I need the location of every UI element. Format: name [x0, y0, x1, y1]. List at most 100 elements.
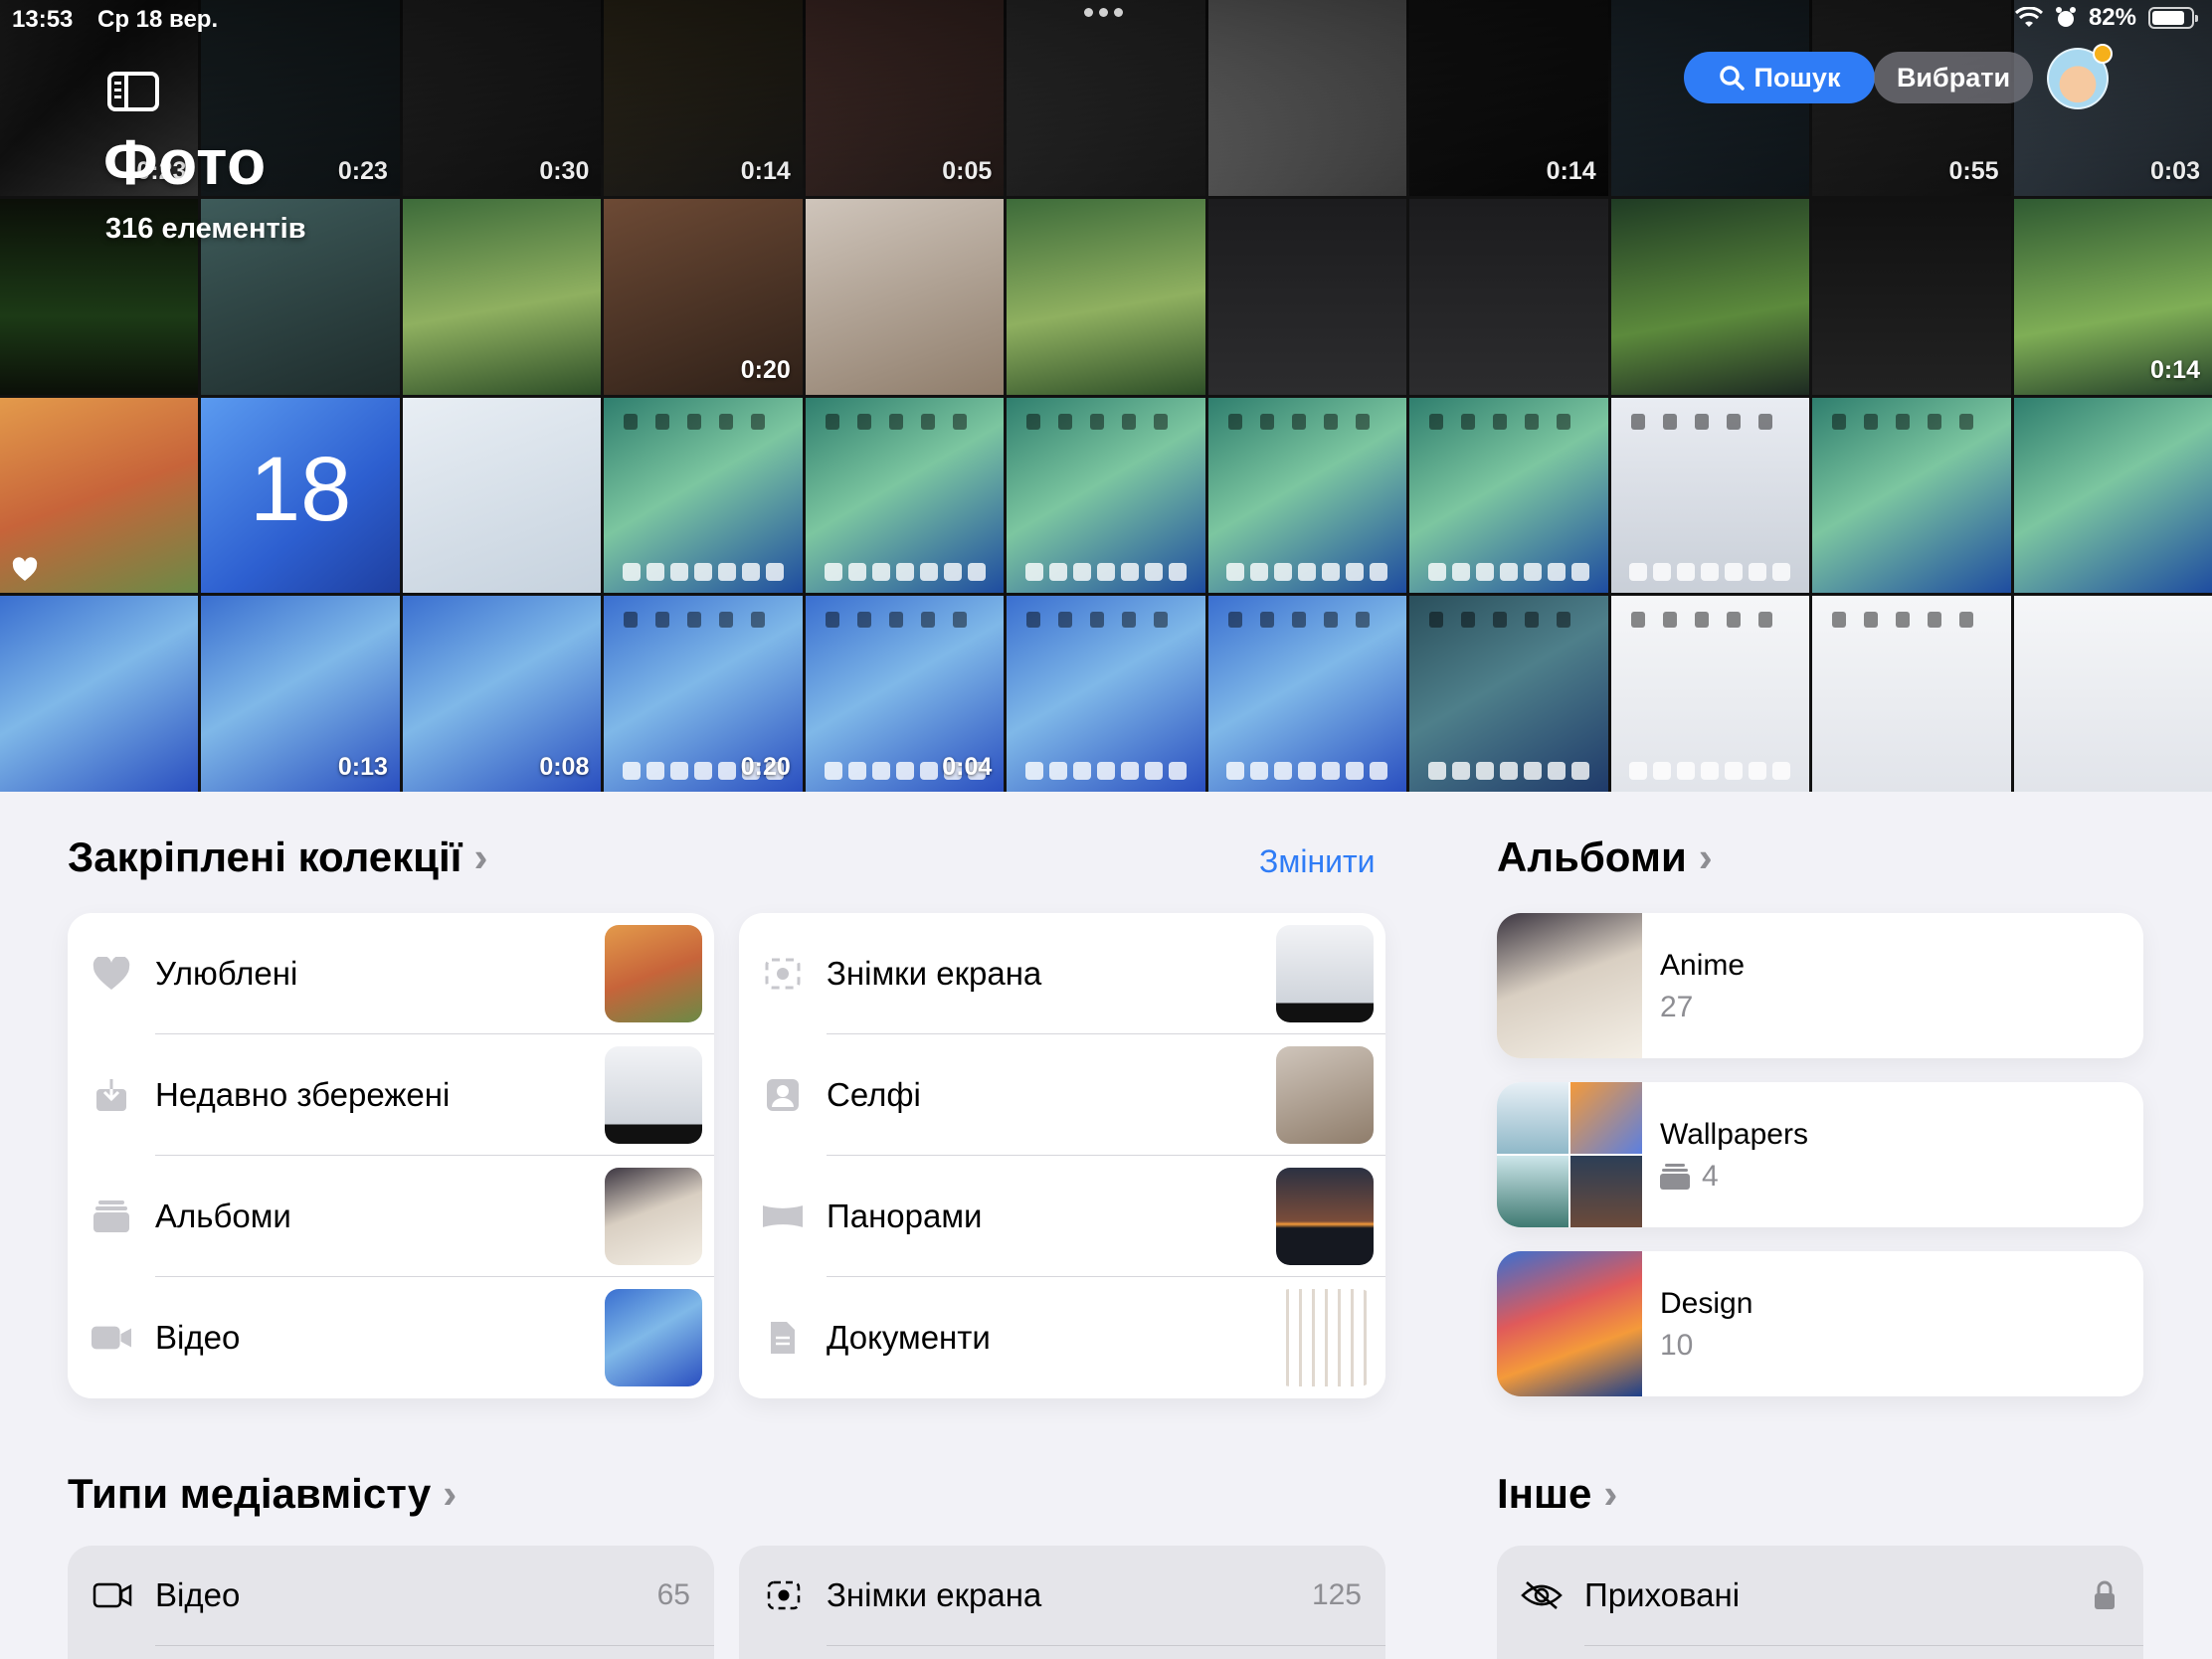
collection-recently-saved[interactable]: Недавно збережені: [68, 1034, 714, 1156]
media-types-title: Типи медіавмісту: [68, 1470, 432, 1517]
photo-thumbnail[interactable]: 0:14: [604, 0, 803, 196]
media-types-header[interactable]: Типи медіавмісту ›: [68, 1470, 457, 1518]
photo-thumbnail[interactable]: [402, 397, 602, 594]
photo-thumbnail[interactable]: [0, 397, 199, 594]
download-icon: [92, 1075, 131, 1115]
photo-thumbnail[interactable]: 0:20: [604, 596, 803, 792]
photo-thumbnail[interactable]: [1007, 596, 1205, 792]
photo-thumbnail[interactable]: [1610, 596, 1810, 792]
collection-albums[interactable]: Альбоми: [68, 1156, 714, 1277]
chevron-right-icon: ›: [1603, 1470, 1618, 1517]
edit-button[interactable]: Змінити: [1259, 843, 1376, 880]
avatar[interactable]: [2047, 44, 2113, 109]
photo-thumbnail[interactable]: [805, 397, 1005, 594]
photo-thumbnail[interactable]: [1610, 198, 1810, 395]
collection-screenshots[interactable]: Знімки екрана: [739, 913, 1385, 1034]
chevron-right-icon: ›: [443, 1470, 458, 1517]
photo-thumbnail[interactable]: [0, 596, 199, 792]
photo-thumbnail[interactable]: 0:30: [402, 0, 602, 196]
favorite-heart-icon: [12, 557, 38, 582]
video-duration: 0:23: [337, 156, 388, 185]
photo-thumbnail[interactable]: [1610, 397, 1810, 594]
photo-thumbnail[interactable]: [1207, 596, 1407, 792]
select-button[interactable]: Вибрати: [1874, 52, 2033, 103]
album-cover: [1497, 1082, 1642, 1227]
photo-thumbnail[interactable]: 18: [201, 397, 400, 594]
photo-thumbnail[interactable]: [1812, 198, 2011, 395]
albums-icon: [92, 1197, 131, 1236]
screenshot-icon: [763, 954, 803, 994]
photo-thumbnail[interactable]: [604, 397, 803, 594]
collection-panoramas[interactable]: Панорами: [739, 1156, 1385, 1277]
other-hidden[interactable]: Приховані: [1497, 1546, 2143, 1645]
video-duration: 0:14: [1546, 156, 1596, 185]
status-time: 13:53: [12, 6, 74, 33]
photo-thumbnail[interactable]: 0:14: [1409, 0, 1608, 196]
collection-selfies[interactable]: Селфі: [739, 1034, 1385, 1156]
collection-thumbnail: [605, 1289, 702, 1386]
album-design[interactable]: Design 10: [1497, 1251, 2143, 1396]
photo-thumbnail[interactable]: [1409, 397, 1608, 594]
photo-thumbnail[interactable]: 0:20: [604, 198, 803, 395]
sidebar-toggle-icon[interactable]: [107, 72, 159, 111]
photo-thumbnail[interactable]: [402, 198, 602, 395]
pinned-collections-title: Закріплені колекції: [68, 833, 462, 880]
album-count: 27: [1660, 991, 1694, 1023]
lock-icon: [2095, 1580, 2115, 1609]
media-type-count: 125: [1311, 1578, 1362, 1611]
album-wallpapers[interactable]: Wallpapers 4: [1497, 1082, 2143, 1227]
photo-thumbnail[interactable]: [805, 198, 1005, 395]
search-button[interactable]: Пошук: [1684, 52, 1875, 103]
other-header[interactable]: Інше ›: [1497, 1470, 1617, 1518]
video-duration: 0:14: [2149, 355, 2200, 384]
other-label: Приховані: [1584, 1576, 1741, 1613]
photo-thumbnail[interactable]: 0:14: [2013, 198, 2212, 395]
collection-favorites[interactable]: Улюблені: [68, 913, 714, 1034]
photo-thumbnail[interactable]: [1409, 596, 1608, 792]
photo-thumbnail[interactable]: [1207, 0, 1407, 196]
photo-thumbnail[interactable]: [1007, 397, 1205, 594]
ipados-18-number: 18: [250, 438, 352, 540]
media-type-video[interactable]: Відео 65: [68, 1546, 714, 1645]
chevron-right-icon: ›: [1698, 833, 1713, 880]
photo-thumbnail[interactable]: 0:05: [805, 0, 1005, 196]
collection-label: Відео: [155, 1319, 241, 1356]
photo-thumbnail[interactable]: [1207, 198, 1407, 395]
photo-thumbnail[interactable]: [1812, 397, 2011, 594]
photo-thumbnail[interactable]: [1812, 596, 2011, 792]
album-anime[interactable]: Anime 27: [1497, 913, 2143, 1058]
video-duration: 0:05: [942, 156, 993, 185]
albums-title: Альбоми: [1497, 833, 1687, 880]
media-type-card-video: Відео 65: [68, 1546, 714, 1659]
photo-thumbnail[interactable]: 0:13: [201, 596, 400, 792]
media-type-screenshots[interactable]: Знімки екрана 125: [739, 1546, 1385, 1645]
collection-thumbnail: [1276, 1046, 1374, 1144]
photo-thumbnail[interactable]: 0:08: [402, 596, 602, 792]
album-name: Wallpapers: [1660, 1118, 1808, 1151]
video-duration: 0:14: [740, 156, 791, 185]
pinned-collections-header[interactable]: Закріплені колекції ›: [68, 833, 487, 881]
collection-label: Документи: [827, 1319, 991, 1356]
albums-header[interactable]: Альбоми ›: [1497, 833, 1713, 881]
photo-thumbnail[interactable]: [2013, 596, 2212, 792]
collection-label: Знімки екрана: [827, 955, 1042, 992]
wifi-icon: [2014, 7, 2043, 27]
photo-thumbnail[interactable]: [1007, 198, 1205, 395]
battery-percent: 82%: [2088, 4, 2136, 31]
multitasking-dots[interactable]: [1084, 8, 1123, 17]
collection-thumbnail: [605, 1046, 702, 1144]
heart-icon: [92, 954, 131, 994]
photo-thumbnail[interactable]: 0:04: [805, 596, 1005, 792]
collection-label: Селфі: [827, 1076, 921, 1113]
notification-badge: [2093, 44, 2113, 64]
collection-thumbnail: [605, 925, 702, 1022]
album-count: 10: [1660, 1329, 1694, 1362]
collection-thumbnail: [1276, 925, 1374, 1022]
photo-thumbnail[interactable]: [1409, 198, 1608, 395]
photo-thumbnail[interactable]: [2013, 397, 2212, 594]
photo-thumbnail[interactable]: [1207, 397, 1407, 594]
collection-video[interactable]: Відео: [68, 1277, 714, 1398]
collection-thumbnail: [1276, 1168, 1374, 1265]
photo-thumbnail[interactable]: [1007, 0, 1205, 196]
collection-documents[interactable]: Документи: [739, 1277, 1385, 1398]
